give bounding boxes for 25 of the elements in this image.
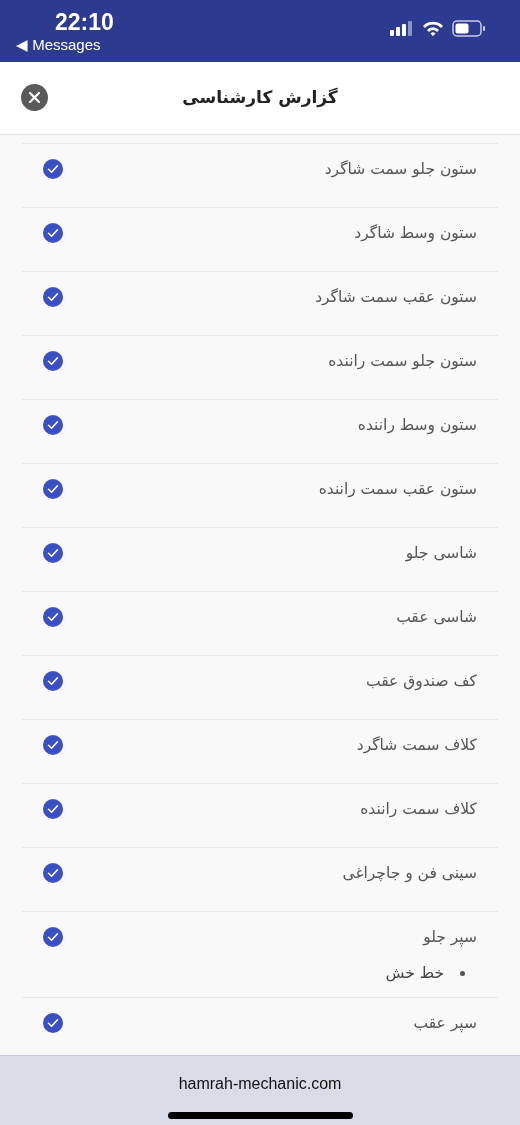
bullet-dot bbox=[460, 970, 465, 976]
item-label: ستون جلو سمت شاگرد bbox=[324, 159, 477, 180]
page-title: گزارش کارشناسی bbox=[182, 86, 338, 110]
item-label: ستون عقب سمت راننده bbox=[318, 479, 477, 500]
battery-icon bbox=[452, 19, 486, 37]
item-label: کلاف سمت راننده bbox=[360, 799, 477, 820]
close-button[interactable] bbox=[21, 84, 48, 111]
signal-icon bbox=[390, 20, 414, 36]
note-text: خط خش bbox=[385, 963, 444, 984]
item-label: شاسی عقب bbox=[396, 607, 477, 628]
wifi-icon bbox=[422, 20, 444, 36]
item-label: ستون جلو سمت راننده bbox=[328, 351, 477, 372]
back-to-messages-link[interactable]: ◀ Messages bbox=[16, 36, 114, 54]
item-label: کف صندوق عقب bbox=[365, 671, 477, 693]
item-label: ستون وسط شاگرد bbox=[354, 223, 477, 245]
close-icon bbox=[29, 92, 40, 103]
item-label: سینی فن و جاچراغی bbox=[342, 863, 477, 885]
item-label: شاسی جلو bbox=[405, 543, 477, 564]
status-time: 22:10 bbox=[55, 8, 114, 36]
item-label: ستون عقب سمت شاگرد bbox=[315, 287, 477, 308]
item-label: سپر جلو bbox=[421, 927, 477, 949]
item-label: ستون وسط راننده bbox=[357, 415, 477, 437]
url-text: hamrah-mechanic.com bbox=[178, 1074, 342, 1094]
item-label: کلاف سمت شاگرد bbox=[356, 735, 477, 756]
item-label: سپر عقب bbox=[413, 1013, 477, 1035]
